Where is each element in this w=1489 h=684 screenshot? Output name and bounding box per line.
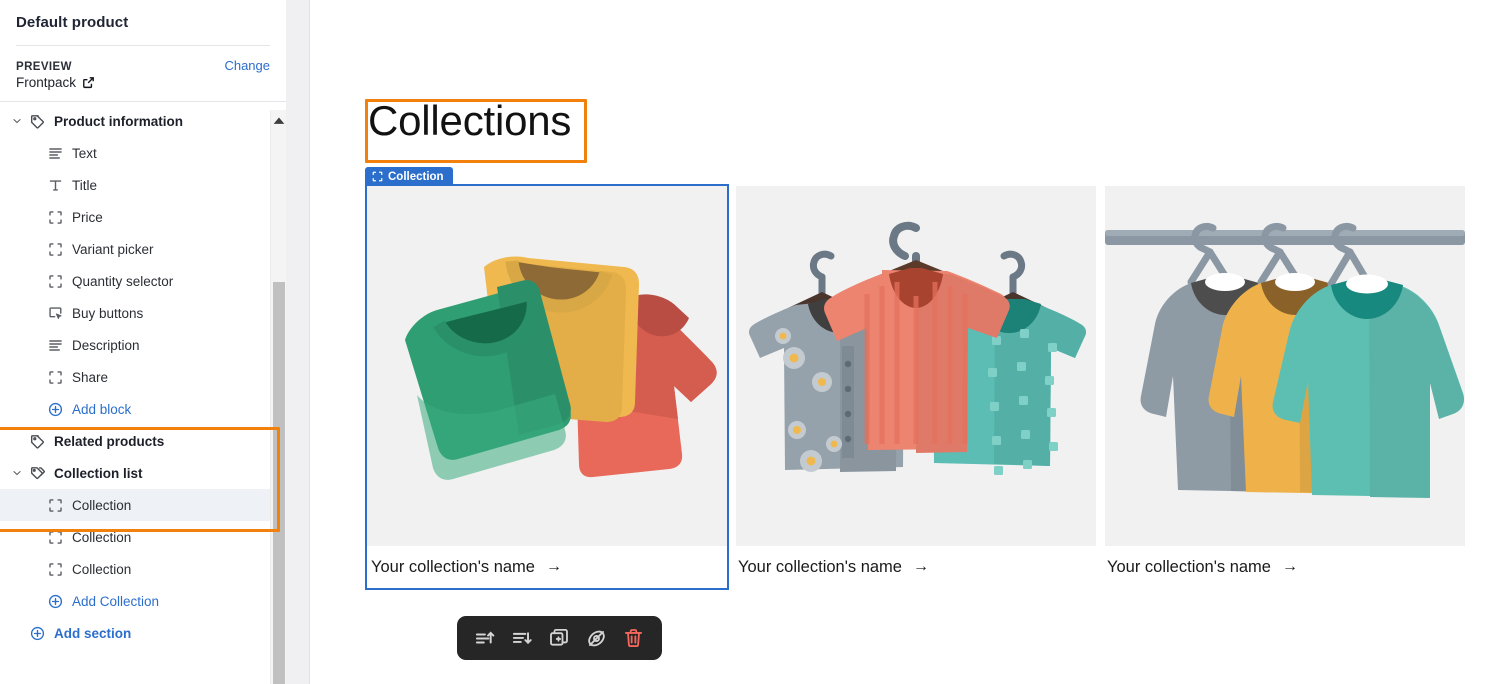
sidebar-item-related-products[interactable]: Related products: [0, 425, 286, 457]
sidebar-item-text[interactable]: Text: [0, 137, 286, 169]
sidebar-item-collection-2[interactable]: Collection: [0, 521, 286, 553]
sidebar-item-label: Description: [72, 337, 140, 353]
text-icon: [44, 146, 66, 161]
collection-card-caption[interactable]: Your collection's name →: [367, 546, 727, 588]
theme-name-label: Frontpack: [16, 75, 77, 90]
sidebar-item-collection-list[interactable]: Collection list: [0, 457, 286, 489]
sidebar-item-variant-picker[interactable]: Variant picker: [0, 233, 286, 265]
collection-card-title: Your collection's name: [738, 557, 902, 576]
plus-circle-icon: [44, 402, 66, 417]
arrow-right-icon: →: [912, 558, 929, 575]
block-icon: [44, 210, 66, 225]
preview-canvas: Collections Collection Your collection's…: [310, 0, 1489, 684]
badge-label: Collection: [388, 170, 444, 183]
collection-card-caption[interactable]: Your collection's name →: [736, 546, 1096, 588]
sidebar-item-add-block[interactable]: Add block: [0, 393, 286, 425]
block-icon: [44, 274, 66, 289]
sidebar-item-collection-1[interactable]: Collection: [0, 489, 286, 521]
sidebar-item-product-information[interactable]: Product information: [0, 105, 286, 137]
section-tree: Product information Text Title Price Variant…: [0, 102, 286, 649]
tag-icon: [26, 434, 48, 449]
collection-card-title: Your collection's name: [1107, 557, 1271, 576]
sidebar-item-label: Collection: [72, 497, 132, 513]
sidebar-item-buy-buttons[interactable]: Buy buttons: [0, 297, 286, 329]
sidebar-item-label: Add section: [54, 625, 132, 641]
sidebar-item-label: Add Collection: [72, 593, 160, 609]
preview-row: PREVIEW Change: [0, 46, 286, 73]
block-icon: [44, 498, 66, 513]
sidebar-item-label: Collection list: [54, 465, 143, 481]
sidebar-item-label: Quantity selector: [72, 273, 174, 289]
sidebar-item-label: Collection: [72, 561, 132, 577]
folded-sweaters-illustration: [367, 186, 727, 546]
sidebar-item-title[interactable]: Title: [0, 169, 286, 201]
page-title: Default product: [16, 14, 129, 31]
preview-label: PREVIEW: [16, 61, 72, 73]
move-down-icon[interactable]: [511, 627, 534, 650]
scrollbar-thumb[interactable]: [273, 282, 285, 684]
sidebar-item-add-collection[interactable]: Add Collection: [0, 585, 286, 617]
sidebar-item-share[interactable]: Share: [0, 361, 286, 393]
duplicate-icon[interactable]: [548, 627, 571, 650]
sweaters-on-rail-illustration: [1105, 186, 1465, 546]
sidebar-item-label: Collection: [72, 529, 132, 545]
sidebar-item-add-section[interactable]: Add section: [0, 617, 286, 649]
panel-gutter: [286, 0, 310, 684]
block-icon: [44, 370, 66, 385]
sidebar-item-label: Product information: [54, 113, 183, 129]
eye-slash-icon[interactable]: [585, 627, 608, 650]
collection-card[interactable]: Your collection's name →: [365, 184, 729, 590]
sidebar-item-label: Title: [72, 177, 98, 193]
theme-editor-window: Default product PREVIEW Change Frontpack…: [0, 0, 1489, 684]
external-link-icon[interactable]: [82, 76, 95, 89]
block-icon: [44, 242, 66, 257]
plus-circle-icon: [26, 626, 48, 641]
change-theme-link[interactable]: Change: [224, 58, 270, 73]
arrow-right-icon: →: [545, 558, 562, 575]
block-icon: [372, 171, 383, 182]
chevron-down-icon[interactable]: [8, 115, 26, 127]
sidebar-item-label: Add block: [72, 401, 132, 417]
move-up-icon[interactable]: [474, 627, 497, 650]
block-icon: [44, 562, 66, 577]
block-icon: [44, 530, 66, 545]
collection-card[interactable]: Your collection's name →: [736, 186, 1096, 588]
sidebar-item-collection-3[interactable]: Collection: [0, 553, 286, 585]
plus-circle-icon: [44, 594, 66, 609]
trash-icon[interactable]: [622, 627, 645, 650]
hanging-shirts-illustration: [736, 186, 1096, 546]
sidebar-item-description[interactable]: Description: [0, 329, 286, 361]
collection-card[interactable]: Your collection's name →: [1105, 186, 1465, 588]
sidebar: Default product PREVIEW Change Frontpack…: [0, 0, 286, 684]
caret-up-icon[interactable]: [271, 114, 287, 128]
collections-heading: Collections: [368, 97, 572, 144]
sidebar-item-label: Text: [72, 145, 97, 161]
collection-block-badge[interactable]: Collection: [365, 167, 453, 186]
chevron-down-icon[interactable]: [8, 467, 26, 479]
collection-grid: Your collection's name → Your collection's…: [365, 184, 1465, 590]
sidebar-item-quantity-selector[interactable]: Quantity selector: [0, 265, 286, 297]
arrow-right-icon: →: [1281, 558, 1298, 575]
sidebar-item-label: Price: [72, 209, 103, 225]
theme-name-row[interactable]: Frontpack: [0, 73, 286, 90]
sidebar-item-price[interactable]: Price: [0, 201, 286, 233]
sidebar-item-label: Share: [72, 369, 109, 385]
tags-icon: [26, 466, 48, 481]
cursor-button-icon: [44, 306, 66, 321]
sidebar-scrollbar[interactable]: [270, 110, 286, 684]
block-actions-toolbar: [457, 616, 662, 660]
sidebar-item-label: Related products: [54, 433, 165, 449]
sidebar-item-label: Variant picker: [72, 241, 154, 257]
sidebar-item-label: Buy buttons: [72, 305, 144, 321]
tag-icon: [26, 114, 48, 129]
text-icon: [44, 338, 66, 353]
title-icon: [44, 178, 66, 193]
collection-card-title: Your collection's name: [371, 557, 535, 576]
collection-card-caption[interactable]: Your collection's name →: [1105, 546, 1465, 588]
